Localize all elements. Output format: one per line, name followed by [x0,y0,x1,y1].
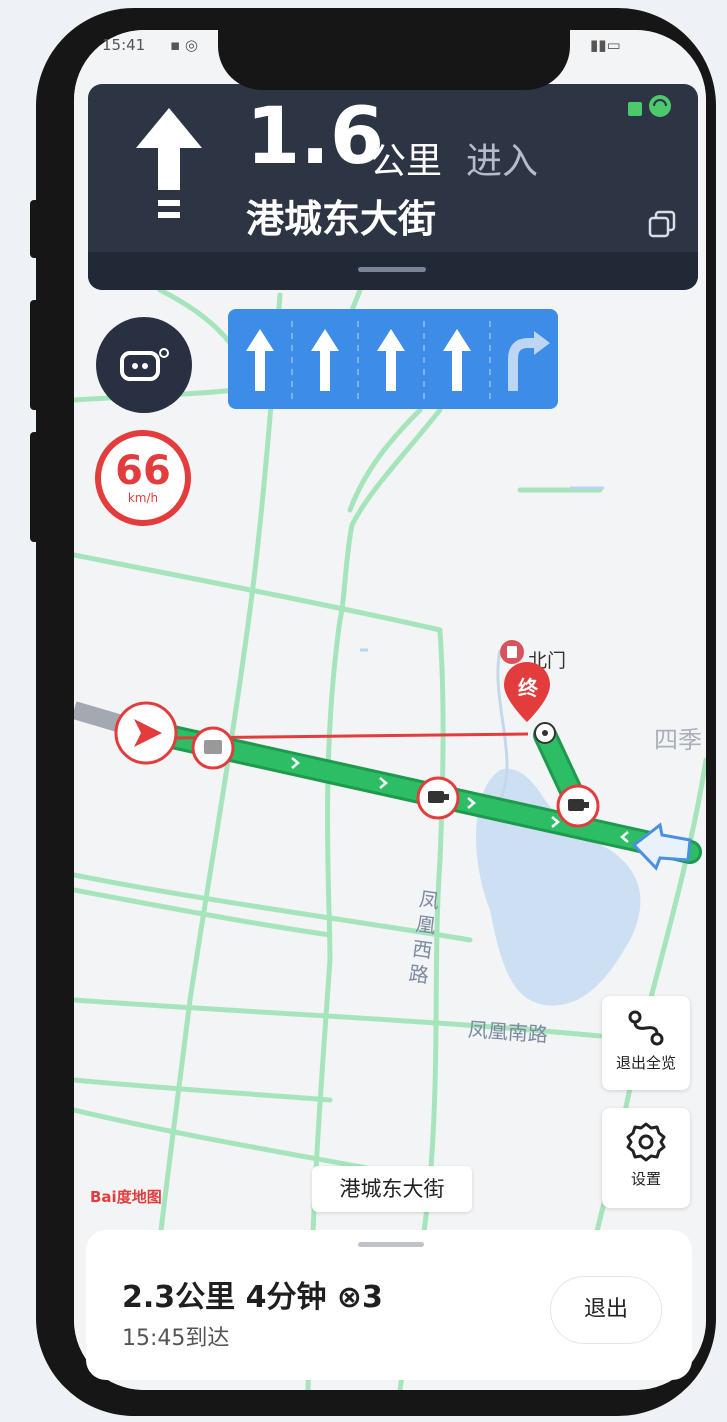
trip-panel-handle[interactable] [358,1242,424,1247]
exit-overview-label: 退出全览 [615,1054,676,1072]
lane-1-straight-arrow-icon [246,329,274,391]
speed-limit-value: 66 [115,448,171,494]
straight-arrow-icon [136,108,202,218]
drag-handle[interactable] [358,267,426,272]
battery-icon: ▮▮▭ [590,36,621,54]
gps-signal-icon [628,95,671,117]
speed-limit-unit: km/h [127,491,159,505]
gear-icon [626,1122,666,1162]
place-label: 四季 [654,726,702,754]
exit-navigation-button[interactable]: 退出 [550,1276,662,1344]
baidu-logo-text: Bai度地图 [90,1188,162,1206]
traffic-camera-icon [556,784,600,828]
window-mode-icon[interactable] [648,210,676,238]
next-road-name: 港城东大街 [246,197,437,241]
lane-2-straight-arrow-icon [311,329,339,391]
volume-down-button [30,432,40,542]
maneuver-distance: 1.6 [246,92,385,182]
status-time: 15:41 [102,36,146,54]
voice-assistant-button[interactable] [96,317,192,413]
volume-up-button [30,300,40,410]
current-location-icon [114,701,178,765]
navigation-card[interactable]: 1.6 公里 进入 港城东大街 [88,84,698,290]
traffic-camera-icon [416,776,460,820]
settings-button[interactable]: 设置 [602,1108,690,1208]
robot-icon [120,348,169,381]
baidu-logo: Bai度地图 [90,1186,162,1207]
settings-label: 设置 [630,1170,661,1188]
exit-overview-button[interactable]: 退出全览 [602,996,690,1090]
destination-pin-label: 终 [518,676,538,700]
road-label-fenghuang-south: 凤凰南路 [467,1017,549,1047]
lane-4-straight-arrow-icon [443,329,471,391]
speed-camera-icon [191,726,235,770]
distance-unit: 公里 [370,141,443,182]
side-button [30,200,40,258]
current-street-label: 港城东大街 [312,1166,472,1212]
lane-5-right-turn-arrow-icon [508,331,550,391]
status-icons: ▪ ◎ [170,36,199,54]
route-overview-icon [628,1010,664,1046]
trip-panel[interactable]: 2.3公里 4分钟 ⊗3 15:45到达 退出 [86,1230,692,1380]
notch [218,8,570,90]
speed-limit-sign: 66 km/h [95,430,191,526]
trip-summary: 2.3公里 4分钟 ⊗3 [122,1280,383,1315]
arrival-time: 15:45到达 [122,1326,230,1351]
lane-guidance [228,309,558,409]
lane-3-straight-arrow-icon [377,329,405,391]
maneuver-action: 进入 [466,141,539,182]
